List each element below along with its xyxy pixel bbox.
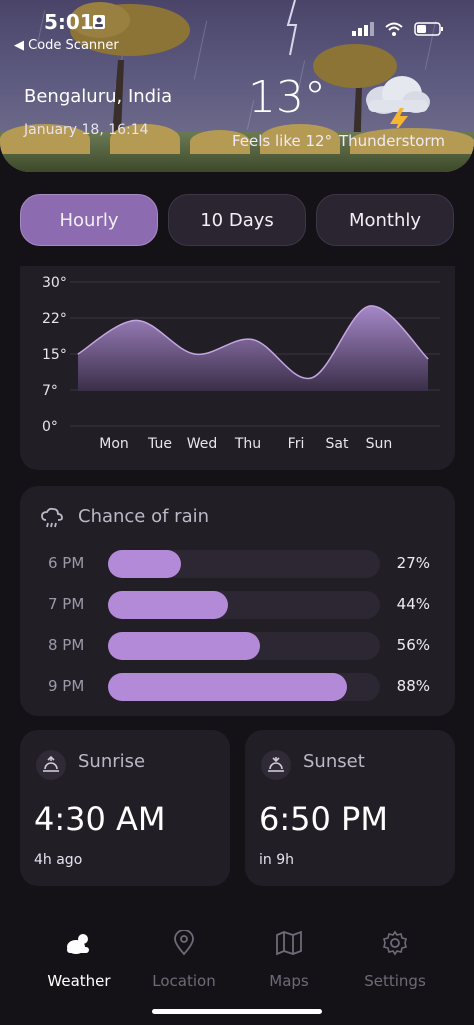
y-tick-label: 7° [42,383,58,399]
rain-row: 9 PM 88% [20,671,455,701]
home-indicator [152,1009,322,1014]
weather-icon [67,934,89,954]
x-tick-label: Sat [326,436,349,452]
sunrise-relative: 4h ago [34,852,83,868]
sunset-card: Sunset 6:50 PM in 9h [245,730,455,886]
rain-percent: 88% [396,677,430,695]
sunrise-time: 4:30 AM [34,800,166,838]
feels-like: Feels like 12° [232,132,333,150]
rain-bar-fill [108,550,182,578]
gear-icon [383,930,407,956]
tab-10-days[interactable]: 10 Days [168,194,306,246]
location-pin-icon [174,929,194,956]
rain-row: 8 PM 56% [20,630,455,660]
rain-bar-fill [108,591,228,619]
status-icons [352,22,444,36]
date-time: January 18, 16:14 [24,122,149,138]
battery-icon [414,22,443,36]
rain-time: 9 PM [48,677,85,695]
sunset-time: 6:50 PM [259,800,388,838]
weather-screen: 5:01 ◀ Code Scanner Bengaluru, India Jan… [0,0,474,1025]
x-tick-label: Fri [288,436,305,452]
nav-label: Settings [364,972,426,990]
rain-bar-track [108,591,380,619]
rain-row: 6 PM 27% [20,548,455,578]
nav-label: Location [152,972,216,990]
rain-bar-track [108,550,380,578]
rain-time: 7 PM [48,595,85,613]
data-point [252,339,254,341]
data-point [77,353,79,355]
sunset-icon [261,750,291,780]
condition-label: Thunderstorm [339,132,445,150]
rain-streak [193,20,208,80]
rain-bar-track [108,673,380,701]
current-temperature: 13° [248,72,326,123]
data-point [194,353,196,355]
cellular-signal-icon [352,22,374,36]
rain-bar-track [108,632,380,660]
nav-label: Weather [47,972,111,990]
rain-percent: 44% [396,595,430,613]
x-tick-label: Thu [234,436,261,452]
rain-cloud-icon [41,507,63,528]
rain-percent: 56% [396,636,430,654]
temperature-area [78,305,428,391]
nav-settings[interactable]: Settings [340,930,450,990]
rain-bar-fill [108,632,261,660]
y-tick-label: 15° [42,347,67,363]
data-point [135,319,137,321]
map-icon [276,930,302,956]
wifi-icon [385,22,403,36]
sunset-relative: in 9h [259,852,294,868]
data-point [427,358,429,360]
rain-bar-fill [108,673,348,701]
temperature-chart-card: 30° 22° 15° 7° 0° Mon Tue Wed Thu Fri Sat Sun [20,266,455,470]
x-tick-label: Wed [187,436,218,452]
sunrise-card: Sunrise 4:30 AM 4h ago [20,730,230,886]
sunrise-icon [36,750,66,780]
data-point [369,305,371,307]
rain-time: 8 PM [48,636,85,654]
sunrise-label: Sunrise [78,751,146,772]
y-tick-label: 30° [42,275,67,291]
y-tick-label: 0° [42,419,58,435]
thunderstorm-cloud-icon [366,76,430,128]
rain-percent: 27% [396,554,430,572]
tab-monthly[interactable]: Monthly [316,194,454,246]
rain-time: 6 PM [48,554,85,572]
x-tick-label: Tue [147,436,172,452]
y-tick-label: 22° [42,311,67,327]
x-tick-label: Mon [99,436,129,452]
data-point [310,377,312,379]
nav-weather[interactable]: Weather [24,930,134,990]
back-to-app-link[interactable]: ◀ Code Scanner [14,38,119,53]
nav-location[interactable]: Location [129,929,239,990]
city-name: Bengaluru, India [24,86,173,107]
nav-label: Maps [269,972,309,990]
sunset-label: Sunset [303,751,365,772]
temperature-chart: 30° 22° 15° 7° 0° Mon Tue Wed Thu Fri Sat Sun [42,275,440,452]
status-time: 5:01 [44,10,94,34]
x-tick-label: Sun [366,436,393,452]
tab-hourly[interactable]: Hourly [20,194,158,246]
chance-of-rain-card: Chance of rain 6 PM 27% 7 PM 44% 8 PM 56… [20,486,455,716]
nav-maps[interactable]: Maps [234,930,344,990]
chance-of-rain-title: Chance of rain [78,506,210,527]
rain-row: 7 PM 44% [20,589,455,619]
weather-hero: 5:01 ◀ Code Scanner Bengaluru, India Jan… [0,0,474,172]
person-badge-icon [93,15,105,29]
lightning-streak [286,0,298,56]
